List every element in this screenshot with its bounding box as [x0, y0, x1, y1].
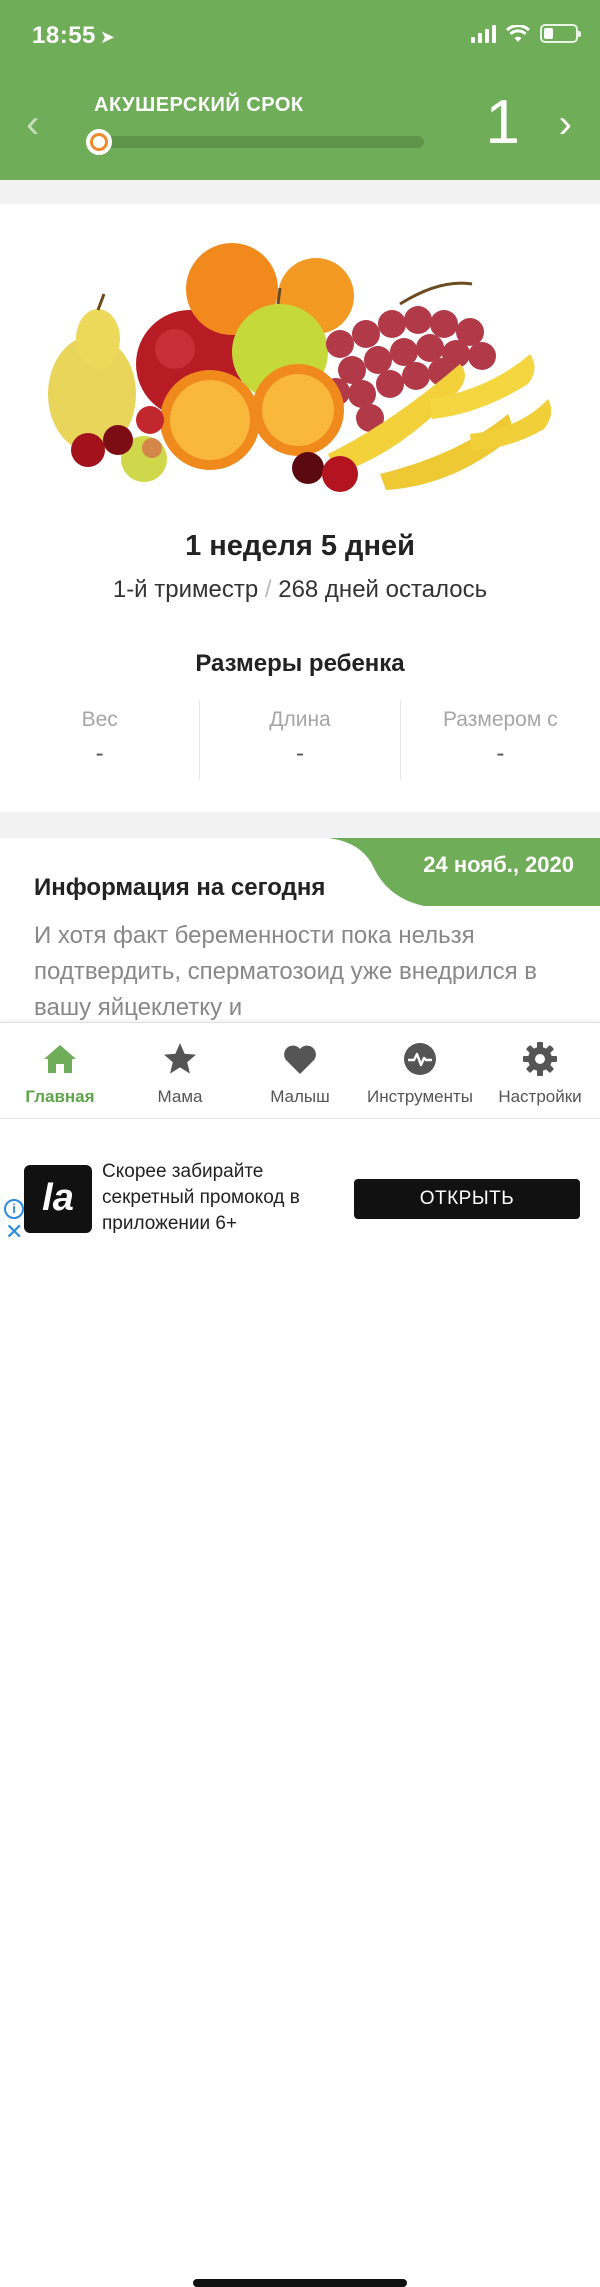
ad-text: Скорее забирайте секретный промокод в пр… [102, 1161, 300, 1234]
previous-week-chevron-icon[interactable]: ‹ [26, 104, 39, 144]
tab-settings-label: Настройки [498, 1087, 582, 1106]
term-progress-handle[interactable] [85, 129, 112, 155]
status-time: 18:55 ➤ [32, 22, 115, 50]
term-label: АКУШЕРСКИЙ СРОК [94, 94, 304, 116]
pulse-icon [404, 1043, 436, 1075]
wifi-icon [506, 24, 530, 42]
baby-sizes-title: Размеры ребенка [195, 650, 405, 677]
tab-baby-label: Малыш [270, 1087, 330, 1106]
heart-icon [284, 1045, 316, 1074]
status-indicators [471, 24, 581, 43]
status-time-text: 18:55 [32, 22, 96, 49]
bottom-tab-bar: Главная Мама Малыш Инструменты Настройки [0, 1022, 600, 1118]
divider [0, 180, 600, 204]
tab-home-label: Главная [25, 1087, 95, 1106]
week-title: 1 неделя 5 дней [185, 530, 415, 562]
divider [0, 812, 600, 838]
size-comparison: Размером с - [401, 700, 600, 780]
week-subtitle: 1-й триместр / 268 дней осталось [0, 576, 600, 604]
size-weight-label: Вес [81, 708, 118, 731]
tab-home[interactable]: Главная [0, 1023, 120, 1118]
gear-icon [523, 1042, 557, 1076]
location-arrow-icon: ➤ [99, 27, 116, 47]
tab-mom-label: Мама [157, 1087, 203, 1106]
baby-sizes-row: Вес - Длина - Размером с - [0, 700, 600, 780]
ad-info-icon[interactable]: i [4, 1199, 24, 1219]
size-weight-value: - [95, 740, 104, 767]
size-comparison-label: Размером с [443, 708, 558, 731]
term-progress-slider[interactable] [92, 136, 424, 148]
size-length-value: - [295, 740, 304, 767]
header-bar: 18:55 ➤ ‹ АКУШЕРСКИЙ СРОК 1 › [0, 0, 600, 180]
tab-mom[interactable]: Мама [120, 1023, 240, 1118]
tab-tools[interactable]: Инструменты [360, 1023, 480, 1118]
cell-signal-icon [471, 24, 496, 43]
trimester-text: 1-й триместр [112, 576, 259, 603]
ad-close-icon[interactable]: ✕ [5, 1221, 23, 1243]
size-length: Длина - [200, 700, 401, 780]
ad-logo: la [24, 1165, 92, 1233]
home-icon [44, 1045, 76, 1073]
info-date: 24 нояб., 2020 [423, 852, 574, 877]
fruit-illustration [48, 243, 552, 492]
info-body: И хотя факт беременности пока нельзя под… [34, 922, 537, 1021]
home-indicator[interactable] [193, 2279, 407, 2287]
days-remaining-text: 268 дней осталось [278, 576, 488, 603]
ad-banner[interactable]: la Скорее забирайте секретный промокод в… [0, 1118, 600, 2287]
size-comparison-value: - [496, 740, 505, 767]
size-length-label: Длина [269, 708, 331, 731]
week-number: 1 [485, 88, 520, 157]
subtitle-separator: / [264, 576, 272, 603]
star-icon [164, 1043, 196, 1074]
tab-tools-label: Инструменты [366, 1087, 473, 1106]
size-weight: Вес - [0, 700, 201, 780]
ad-open-button[interactable]: ОТКРЫТЬ [354, 1179, 580, 1219]
info-title: Информация на сегодня [34, 874, 326, 901]
daily-info-card[interactable]: 24 нояб., 2020 Информация на сегодня И х… [0, 838, 600, 1024]
battery-icon [540, 24, 581, 43]
tab-baby[interactable]: Малыш [240, 1023, 360, 1118]
tab-settings[interactable]: Настройки [480, 1023, 600, 1118]
next-week-chevron-icon[interactable]: › [559, 104, 572, 144]
week-summary-card: 1 неделя 5 дней 1-й триместр / 268 дней … [0, 204, 600, 812]
